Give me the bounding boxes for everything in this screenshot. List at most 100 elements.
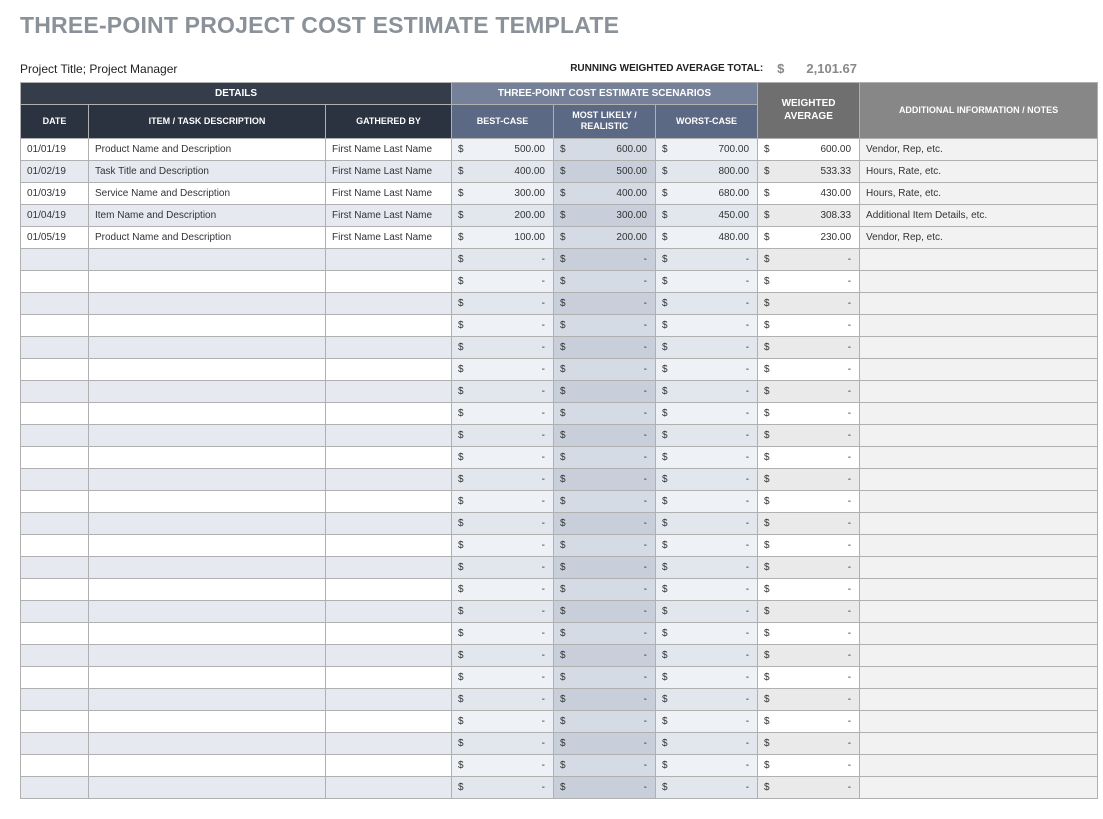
notes-cell[interactable] xyxy=(860,732,1098,754)
notes-cell[interactable] xyxy=(860,402,1098,424)
money-cell[interactable]: $- xyxy=(452,556,554,578)
money-cell[interactable]: $- xyxy=(656,622,758,644)
gathered-by-cell[interactable] xyxy=(326,314,452,336)
gathered-by-cell[interactable] xyxy=(326,688,452,710)
notes-cell[interactable] xyxy=(860,710,1098,732)
money-cell[interactable]: $- xyxy=(656,380,758,402)
money-cell[interactable]: $- xyxy=(656,358,758,380)
gathered-by-cell[interactable] xyxy=(326,292,452,314)
notes-cell[interactable] xyxy=(860,644,1098,666)
gathered-by-cell[interactable]: First Name Last Name xyxy=(326,226,452,248)
description-cell[interactable] xyxy=(89,754,326,776)
money-cell[interactable]: $- xyxy=(554,776,656,798)
money-cell[interactable]: $- xyxy=(656,314,758,336)
money-cell[interactable]: $- xyxy=(758,248,860,270)
notes-cell[interactable] xyxy=(860,336,1098,358)
money-cell[interactable]: $- xyxy=(452,468,554,490)
date-cell[interactable]: 01/03/19 xyxy=(21,182,89,204)
date-cell[interactable] xyxy=(21,556,89,578)
gathered-by-cell[interactable] xyxy=(326,358,452,380)
money-cell[interactable]: $- xyxy=(554,314,656,336)
money-cell[interactable]: $- xyxy=(554,732,656,754)
money-cell[interactable]: $- xyxy=(452,776,554,798)
notes-cell[interactable]: Vendor, Rep, etc. xyxy=(860,138,1098,160)
money-cell[interactable]: $- xyxy=(656,732,758,754)
description-cell[interactable] xyxy=(89,622,326,644)
description-cell[interactable] xyxy=(89,358,326,380)
money-cell[interactable]: $- xyxy=(554,402,656,424)
date-cell[interactable]: 01/01/19 xyxy=(21,138,89,160)
gathered-by-cell[interactable]: First Name Last Name xyxy=(326,182,452,204)
money-cell[interactable]: $533.33 xyxy=(758,160,860,182)
money-cell[interactable]: $680.00 xyxy=(656,182,758,204)
money-cell[interactable]: $- xyxy=(554,600,656,622)
money-cell[interactable]: $- xyxy=(758,534,860,556)
money-cell[interactable]: $- xyxy=(452,424,554,446)
date-cell[interactable] xyxy=(21,578,89,600)
gathered-by-cell[interactable] xyxy=(326,666,452,688)
money-cell[interactable]: $- xyxy=(452,512,554,534)
notes-cell[interactable] xyxy=(860,468,1098,490)
money-cell[interactable]: $- xyxy=(656,424,758,446)
date-cell[interactable] xyxy=(21,534,89,556)
money-cell[interactable]: $200.00 xyxy=(452,204,554,226)
notes-cell[interactable] xyxy=(860,578,1098,600)
money-cell[interactable]: $- xyxy=(656,754,758,776)
money-cell[interactable]: $- xyxy=(656,270,758,292)
gathered-by-cell[interactable]: First Name Last Name xyxy=(326,160,452,182)
date-cell[interactable]: 01/04/19 xyxy=(21,204,89,226)
money-cell[interactable]: $308.33 xyxy=(758,204,860,226)
money-cell[interactable]: $- xyxy=(554,512,656,534)
money-cell[interactable]: $- xyxy=(656,248,758,270)
money-cell[interactable]: $- xyxy=(758,358,860,380)
description-cell[interactable] xyxy=(89,776,326,798)
notes-cell[interactable] xyxy=(860,512,1098,534)
gathered-by-cell[interactable] xyxy=(326,710,452,732)
money-cell[interactable]: $- xyxy=(554,710,656,732)
money-cell[interactable]: $600.00 xyxy=(758,138,860,160)
money-cell[interactable]: $- xyxy=(554,556,656,578)
description-cell[interactable] xyxy=(89,666,326,688)
money-cell[interactable]: $- xyxy=(452,336,554,358)
money-cell[interactable]: $400.00 xyxy=(554,182,656,204)
money-cell[interactable]: $- xyxy=(452,402,554,424)
money-cell[interactable]: $- xyxy=(656,336,758,358)
money-cell[interactable]: $100.00 xyxy=(452,226,554,248)
description-cell[interactable] xyxy=(89,512,326,534)
money-cell[interactable]: $- xyxy=(656,644,758,666)
date-cell[interactable]: 01/05/19 xyxy=(21,226,89,248)
description-cell[interactable] xyxy=(89,424,326,446)
notes-cell[interactable] xyxy=(860,556,1098,578)
money-cell[interactable]: $500.00 xyxy=(554,160,656,182)
notes-cell[interactable] xyxy=(860,490,1098,512)
money-cell[interactable]: $- xyxy=(758,270,860,292)
gathered-by-cell[interactable] xyxy=(326,336,452,358)
money-cell[interactable]: $- xyxy=(758,688,860,710)
money-cell[interactable]: $- xyxy=(554,534,656,556)
money-cell[interactable]: $- xyxy=(758,578,860,600)
money-cell[interactable]: $- xyxy=(758,468,860,490)
date-cell[interactable]: 01/02/19 xyxy=(21,160,89,182)
notes-cell[interactable] xyxy=(860,754,1098,776)
notes-cell[interactable]: Hours, Rate, etc. xyxy=(860,182,1098,204)
description-cell[interactable]: Service Name and Description xyxy=(89,182,326,204)
date-cell[interactable] xyxy=(21,666,89,688)
money-cell[interactable]: $- xyxy=(452,270,554,292)
money-cell[interactable]: $- xyxy=(452,710,554,732)
money-cell[interactable]: $- xyxy=(554,446,656,468)
money-cell[interactable]: $- xyxy=(452,358,554,380)
money-cell[interactable]: $- xyxy=(452,314,554,336)
description-cell[interactable]: Task Title and Description xyxy=(89,160,326,182)
money-cell[interactable]: $600.00 xyxy=(554,138,656,160)
notes-cell[interactable] xyxy=(860,534,1098,556)
date-cell[interactable] xyxy=(21,776,89,798)
money-cell[interactable]: $- xyxy=(758,754,860,776)
money-cell[interactable]: $- xyxy=(452,732,554,754)
money-cell[interactable]: $- xyxy=(452,248,554,270)
money-cell[interactable]: $- xyxy=(656,666,758,688)
money-cell[interactable]: $- xyxy=(452,534,554,556)
money-cell[interactable]: $- xyxy=(758,380,860,402)
description-cell[interactable] xyxy=(89,600,326,622)
date-cell[interactable] xyxy=(21,710,89,732)
description-cell[interactable] xyxy=(89,248,326,270)
